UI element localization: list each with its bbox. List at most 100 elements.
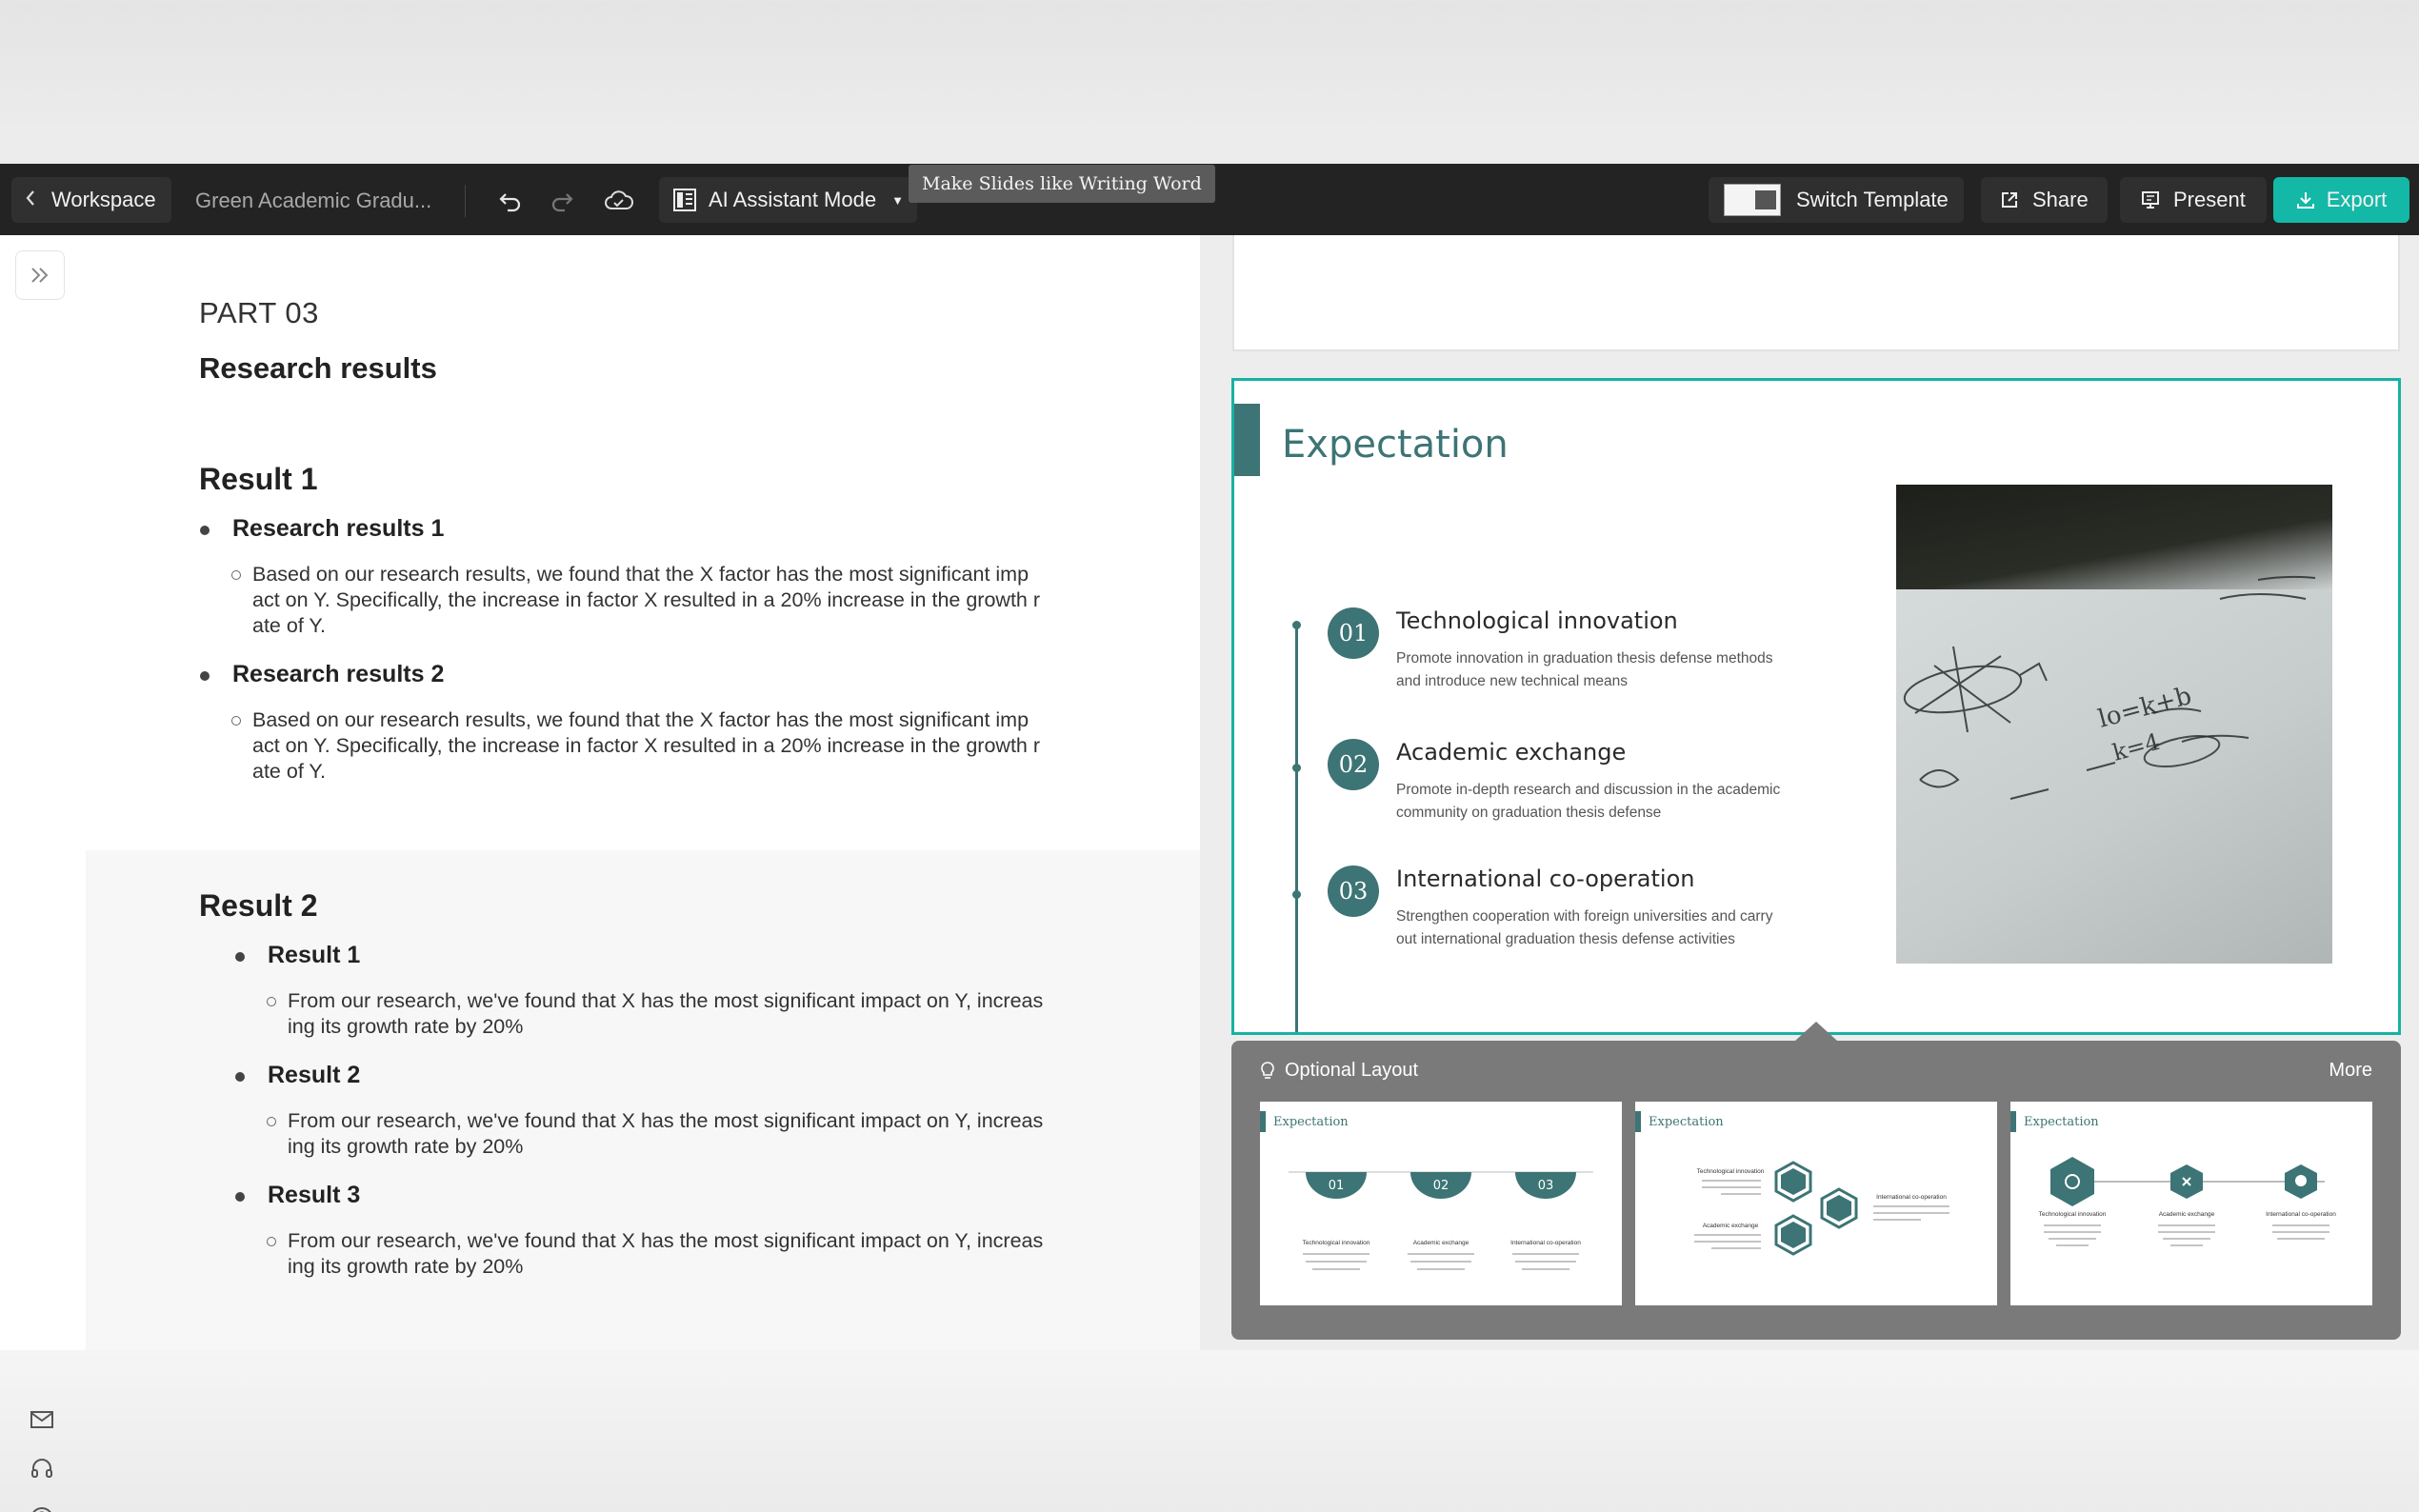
present-button[interactable]: Present bbox=[2120, 177, 2267, 223]
part-label: PART 03 bbox=[199, 296, 319, 329]
collapse-sidebar-button[interactable] bbox=[15, 250, 65, 300]
description-line: out international graduation thesis defe… bbox=[1396, 931, 1735, 947]
bullet-paragraph: From our research, we've found that X ha… bbox=[267, 1108, 1107, 1160]
ai-assistant-mode-dropdown[interactable]: AI Assistant Mode ▼ bbox=[659, 177, 917, 223]
bullet-heading: Result 1 bbox=[234, 942, 361, 968]
layout-option-3[interactable]: Expectation Technological innovation Aca… bbox=[2010, 1102, 2372, 1305]
paragraph-line: ing its growth rate by 20% bbox=[288, 1255, 524, 1278]
switch-template-label: Switch Template bbox=[1796, 188, 1949, 211]
layout-option-2[interactable]: Expectation Technological innovation Aca… bbox=[1635, 1102, 1997, 1305]
redo-button[interactable] bbox=[545, 185, 579, 217]
layout-preview-graphic: Technological innovation Academic exchan… bbox=[1694, 1161, 1949, 1256]
result-1-heading: Result 1 bbox=[199, 462, 318, 496]
handwriting-sketch: lo=k+b k=4 bbox=[1903, 575, 2316, 800]
mini-label: Academic exchange bbox=[1413, 1240, 1469, 1246]
help-icon bbox=[32, 1507, 51, 1512]
bullet-paragraph: Based on our research results, we found … bbox=[231, 562, 1071, 639]
help-button[interactable] bbox=[25, 1502, 59, 1512]
optional-layout-panel: Optional Layout More Expectation 01 02 0… bbox=[1231, 1041, 2401, 1340]
outline-editor[interactable]: PART 03 Research results Result 1 Resear… bbox=[0, 235, 1200, 1512]
bullet-paragraph: Based on our research results, we found … bbox=[231, 707, 1071, 785]
timeline-line bbox=[1295, 624, 1298, 1032]
mail-icon bbox=[30, 1411, 53, 1428]
background-band bbox=[0, 1350, 2419, 1512]
item-title: Technological innovation bbox=[1396, 607, 1678, 634]
share-button[interactable]: Share bbox=[1981, 177, 2108, 223]
paragraph-line: act on Y. Specifically, the increase in … bbox=[252, 588, 1041, 611]
caret-down-icon: ▼ bbox=[891, 192, 904, 208]
paragraph-line: act on Y. Specifically, the increase in … bbox=[252, 734, 1041, 757]
item-number-badge: 01 bbox=[1328, 607, 1379, 659]
more-layouts-link[interactable]: More bbox=[2329, 1060, 2372, 1082]
share-label: Share bbox=[2032, 188, 2089, 211]
undo-button[interactable] bbox=[493, 185, 528, 217]
ai-mode-label: AI Assistant Mode bbox=[709, 188, 877, 211]
paragraph-line: ate of Y. bbox=[252, 760, 326, 783]
item-description: Promote in-depth research and discussion… bbox=[1396, 779, 1796, 825]
mail-button[interactable] bbox=[25, 1403, 59, 1437]
mini-label: International co-operation bbox=[2266, 1211, 2336, 1218]
present-icon bbox=[2142, 191, 2159, 209]
ai-mode-tooltip: Make Slides like Writing Word bbox=[909, 165, 1215, 203]
item-title: International co-operation bbox=[1396, 865, 1695, 892]
description-line: and introduce new technical means bbox=[1396, 673, 1628, 689]
timeline-dot bbox=[1292, 764, 1301, 772]
layout-option-1[interactable]: Expectation 01 02 03 Technological innov… bbox=[1260, 1102, 1622, 1305]
workspace-button[interactable]: Workspace bbox=[11, 177, 171, 223]
export-label: Export bbox=[2326, 188, 2388, 211]
paragraph-line: ate of Y. bbox=[252, 614, 326, 637]
bullet-heading: Research results 1 bbox=[199, 515, 445, 542]
mini-number: 02 bbox=[1433, 1179, 1449, 1193]
template-thumbnail bbox=[1724, 184, 1781, 216]
layout-preview-graphic: 01 02 03 Technological innovation Academ… bbox=[1289, 1171, 1593, 1270]
mini-label: Academic exchange bbox=[2159, 1211, 2215, 1218]
headset-icon bbox=[31, 1459, 52, 1478]
cloud-sync-icon bbox=[605, 190, 633, 209]
present-label: Present bbox=[2173, 188, 2246, 211]
redo-icon bbox=[551, 193, 573, 212]
timeline-dot bbox=[1292, 621, 1301, 629]
cloud-sync-button[interactable] bbox=[602, 185, 636, 217]
current-slide[interactable]: Expectation 01 Technological innovation … bbox=[1231, 378, 2401, 1035]
toolbar-divider bbox=[465, 185, 466, 217]
mini-label: Technological innovation bbox=[1303, 1240, 1370, 1246]
previous-slide[interactable] bbox=[1232, 235, 2400, 351]
paragraph-line: ing its growth rate by 20% bbox=[288, 1135, 524, 1158]
paragraph-line: From our research, we've found that X ha… bbox=[288, 989, 1044, 1012]
timeline-dot bbox=[1292, 890, 1301, 899]
mini-number: 03 bbox=[1538, 1179, 1554, 1193]
paragraph-line: From our research, we've found that X ha… bbox=[288, 1109, 1044, 1132]
item-number-badge: 03 bbox=[1328, 865, 1379, 917]
switch-template-button[interactable]: Switch Template bbox=[1709, 177, 1964, 223]
grid-layout-icon bbox=[673, 189, 696, 211]
slide-title: Expectation bbox=[1282, 423, 1509, 467]
lightbulb-icon bbox=[1261, 1061, 1274, 1079]
result-2-heading: Result 2 bbox=[199, 888, 318, 923]
bullet-paragraph: From our research, we've found that X ha… bbox=[267, 988, 1107, 1040]
document-title[interactable]: Green Academic Gradu... bbox=[195, 189, 431, 213]
item-description: Strengthen cooperation with foreign univ… bbox=[1396, 905, 1796, 951]
side-tool-group bbox=[15, 1157, 69, 1512]
bullet-paragraph: From our research, we've found that X ha… bbox=[267, 1228, 1107, 1280]
optional-layout-title: Optional Layout bbox=[1285, 1060, 1419, 1081]
bullet-heading: Result 3 bbox=[234, 1182, 361, 1208]
slide-photo-math-paper[interactable]: lo=k+b k=4 bbox=[1896, 485, 2332, 964]
support-button[interactable] bbox=[25, 1452, 59, 1486]
bullet-heading: Research results 2 bbox=[199, 661, 445, 687]
chevron-left-icon bbox=[25, 188, 36, 212]
bullet-heading: Result 2 bbox=[234, 1062, 361, 1088]
workspace-label: Workspace bbox=[51, 188, 156, 211]
export-button[interactable]: Export bbox=[2273, 177, 2409, 223]
photo-formula-1: lo=k+b bbox=[2095, 682, 2194, 734]
layout-preview-graphic: Technological innovation Academic exchan… bbox=[2039, 1157, 2336, 1246]
description-line: Promote innovation in graduation thesis … bbox=[1396, 650, 1773, 666]
mini-label: Academic exchange bbox=[1703, 1223, 1759, 1229]
paragraph-line: Based on our research results, we found … bbox=[252, 708, 1030, 731]
share-icon bbox=[2002, 192, 2017, 208]
double-chevron-right-icon bbox=[31, 268, 49, 283]
slide-preview-pane: Expectation 01 Technological innovation … bbox=[1200, 235, 2419, 1350]
item-number-badge: 02 bbox=[1328, 739, 1379, 790]
optional-layout-header: Optional Layout bbox=[1260, 1060, 1418, 1082]
undo-icon bbox=[499, 193, 521, 212]
download-icon bbox=[2296, 192, 2314, 209]
